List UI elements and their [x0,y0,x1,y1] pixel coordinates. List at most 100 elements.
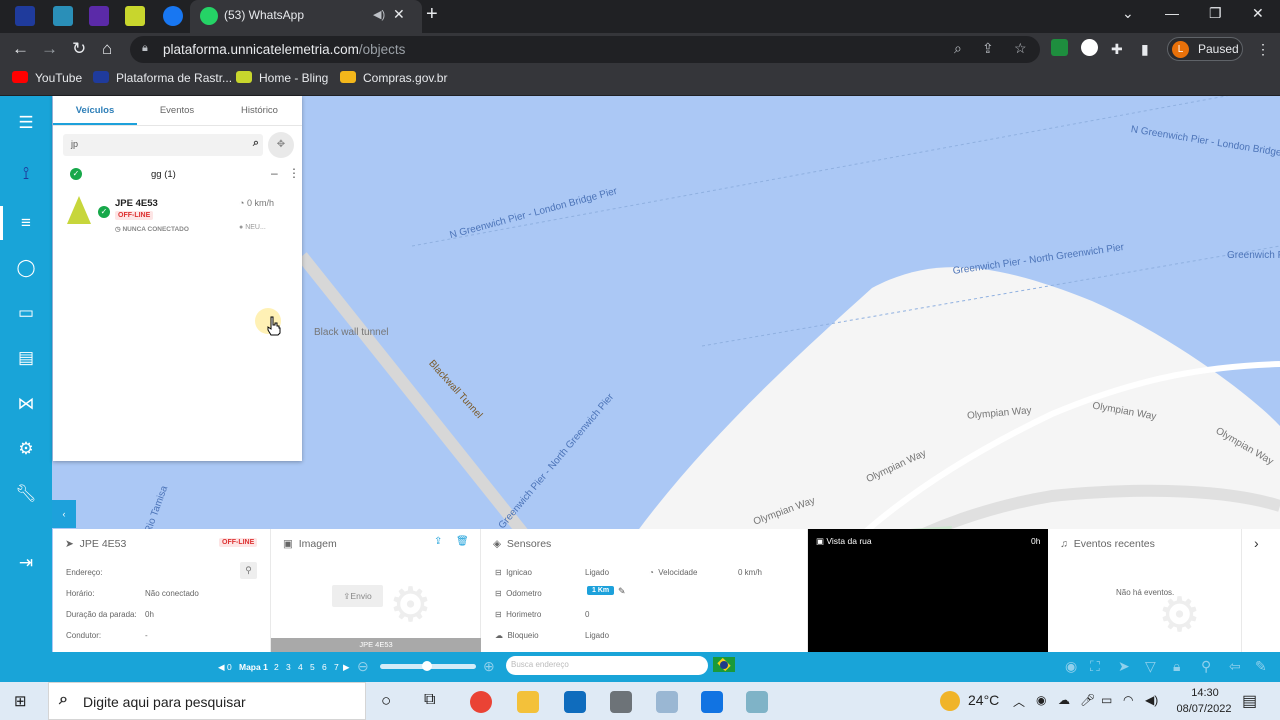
back-icon[interactable]: ← [12,39,29,59]
page-link[interactable]: 4 [298,662,303,672]
bookmark-youtube[interactable]: YouTube [12,71,82,85]
teamviewer-icon[interactable] [701,691,723,713]
chrome-icon[interactable] [470,691,492,713]
page-link[interactable]: 3 [286,662,291,672]
notifications-icon[interactable]: ▤ [1242,691,1257,711]
check-icon[interactable]: ✓ [70,168,82,180]
menu-toggle-icon[interactable]: ☰ [14,111,38,135]
tab-search-icon[interactable]: ⌄ [1122,5,1134,22]
close-window-button[interactable]: ✕ [1252,5,1264,22]
tab-historico[interactable]: Histórico [217,105,302,116]
page-link[interactable]: 6 [322,662,327,672]
collapse-group-icon[interactable]: – [271,166,278,180]
zoom-in-icon[interactable]: ⊕ [483,658,495,675]
tab-icon[interactable] [53,6,73,26]
check-icon[interactable]: ✓ [98,206,110,218]
file-explorer-icon[interactable] [517,691,539,713]
tracking-tab-icon[interactable] [15,6,35,26]
zoom-slider[interactable] [380,661,476,671]
more-icon[interactable]: ⋮ [288,166,300,180]
home-icon[interactable]: ⌂ [102,39,112,59]
route-icon[interactable]: ⟟ [14,162,38,186]
profile-button[interactable]: L Paused [1167,37,1243,61]
restore-button[interactable]: ❐ [1209,5,1222,22]
minimize-button[interactable]: — [1165,5,1179,21]
audio-icon[interactable]: ◀) [373,8,385,21]
app-icon[interactable] [746,691,768,713]
prev-page-icon[interactable]: ◀ [218,662,225,673]
zoom-slider-handle[interactable] [422,661,432,671]
windows-start-icon[interactable]: ⊞ [14,693,31,710]
taskbar-search-input[interactable]: ⌕ Digite aqui para pesquisar [48,682,366,720]
app-icon[interactable] [656,691,678,713]
settings-gear-icon[interactable]: ⚙ [14,437,38,461]
bling-tab-icon[interactable] [125,6,145,26]
search-icon[interactable]: ⌕ [253,137,259,150]
clock-date[interactable]: 08/07/2022 [1172,703,1236,715]
task-view-icon[interactable]: ⧉ [424,691,435,709]
next-card-button[interactable]: › [1242,529,1280,652]
calculator-icon[interactable] [610,691,632,713]
cortana-icon[interactable]: ○ [381,691,391,711]
address-bar[interactable]: 🔒︎ plataforma.unnicatelemetria.com/objec… [130,36,1040,63]
send-button[interactable]: ⇪Envio [332,585,383,607]
wrench-icon[interactable]: 🔧︎ [14,482,38,506]
zoom-icon[interactable]: ⌕ [954,40,962,57]
page-link[interactable]: 5 [310,662,315,672]
vehicle-row[interactable]: ✓ JPE 4E53 OFF-LINE ◔ 0 km/h ◷ NUNCA CON… [53,194,302,242]
tab-eventos[interactable]: Eventos [137,105,217,116]
bookmark-plataforma[interactable]: Plataforma de Rastr... [93,71,232,85]
arrow-icon[interactable]: ⇦ [1229,658,1241,675]
side-panel-icon[interactable]: ▮ [1141,41,1149,58]
zoom-out-icon[interactable]: ⊖ [357,658,369,675]
lock-icon[interactable]: 🔒︎ [1173,658,1180,675]
bookmark-star-icon[interactable]: ☆ [1014,40,1027,57]
page-link[interactable]: 7 [334,662,339,672]
tab-icon[interactable] [89,6,109,26]
share-icon[interactable]: ⇪ [982,40,994,57]
bookmark-bling[interactable]: Home - Bling [236,71,328,85]
address-search-input[interactable]: Busca endereço [506,656,708,675]
marker-icon[interactable]: ⚲ [1201,658,1211,675]
tray-chevron-icon[interactable]: ︿ [1013,693,1025,710]
extensions-puzzle-icon[interactable]: ✚ [1111,41,1123,58]
mail-icon[interactable] [564,691,586,713]
page-link[interactable]: 2 [274,662,279,672]
expand-panel-button[interactable]: ‹ [52,500,76,528]
tray-icon[interactable]: ◉ [1036,693,1046,707]
bookmark-compras[interactable]: Compras.gov.br [340,71,447,85]
reload-icon[interactable]: ↻ [72,39,86,59]
add-extension-icon[interactable] [1081,39,1098,56]
menu-icon[interactable]: ⋮ [1256,41,1270,58]
battery-icon[interactable]: ▭ [1101,693,1112,707]
filter-icon[interactable]: ▽ [1145,658,1156,675]
clock-time[interactable]: 14:30 [1180,687,1230,699]
locate-icon[interactable]: ⚲ [240,562,257,579]
onedrive-icon[interactable]: ☁ [1058,693,1070,707]
page-link[interactable]: 0 [227,662,232,672]
extension-icon[interactable] [1051,39,1068,56]
wifi-icon[interactable]: ◠ [1123,693,1133,707]
report-icon[interactable]: ▤ [14,346,38,370]
car-icon[interactable]: ▭ [14,301,38,325]
forward-icon[interactable]: → [41,39,58,59]
brazil-flag-icon[interactable] [713,657,735,672]
user-icon[interactable]: ◯ [14,256,38,280]
next-page-icon[interactable]: ▶ [343,662,350,673]
upload-icon[interactable]: ⇪ [434,536,442,547]
layers-icon[interactable]: ◉ [1065,658,1077,675]
delete-icon[interactable]: 🗑︎ [456,536,469,547]
edit-pencil-icon[interactable]: ✎ [618,586,626,597]
microphone-icon[interactable]: 🎤︎ [1080,693,1095,707]
weather-temp[interactable]: 24°C [968,692,999,708]
volume-icon[interactable]: ◀) [1145,693,1158,707]
navigate-icon[interactable]: ➤ [1118,658,1130,675]
share-icon[interactable]: ⋈ [14,392,38,416]
collapse-icon[interactable]: ✥ [268,132,294,158]
facebook-tab-icon[interactable] [163,6,183,26]
vehicle-group[interactable]: ✓ gg (1) – ⋮ [53,166,302,184]
measure-icon[interactable]: ✎ [1255,658,1267,675]
new-tab-button[interactable]: + [426,3,438,26]
fullscreen-icon[interactable]: ⛶ [1090,658,1100,675]
page-link-active[interactable]: Mapa 1 [239,662,268,672]
